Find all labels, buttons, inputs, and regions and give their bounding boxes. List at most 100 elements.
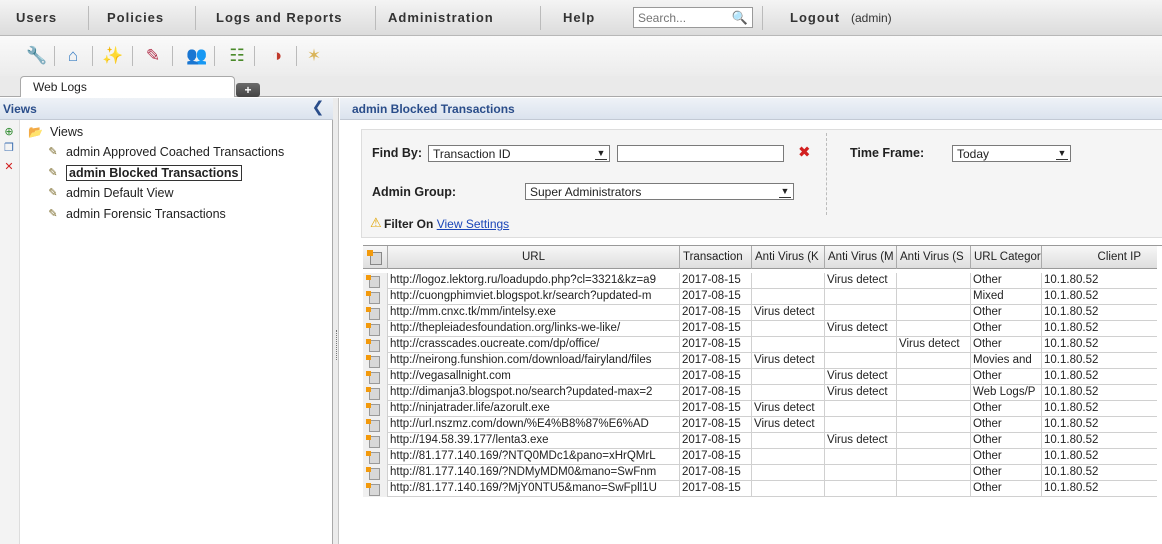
tab-web-logs[interactable]: Web Logs (20, 76, 235, 97)
row-detail-icon[interactable] (363, 337, 388, 353)
add-view-icon[interactable]: ⊕ (2, 125, 16, 139)
views-panel-title: Views (3, 102, 37, 116)
menu-logs-and-reports[interactable]: Logs and Reports (216, 10, 343, 25)
cell-transaction: 2017-08-15 (680, 337, 752, 353)
view-settings-link[interactable]: View Settings (437, 217, 510, 231)
cell-transaction: 2017-08-15 (680, 449, 752, 465)
policy-edit-icon[interactable]: ✎ (140, 44, 166, 68)
table-row[interactable]: http://neirong.funshion.com/download/fai… (363, 353, 1157, 369)
column-header-client-ip[interactable]: Client IP (1042, 246, 1157, 269)
delete-view-icon[interactable]: ✕ (2, 160, 16, 174)
row-detail-icon[interactable] (363, 401, 388, 417)
row-detail-icon[interactable] (363, 289, 388, 305)
cell-anti-virus-m (825, 481, 897, 497)
column-header-anti-virus-k[interactable]: Anti Virus (K (752, 246, 825, 269)
cell-anti-virus-m: Virus detect (825, 273, 897, 289)
view-icon: ✎ (48, 167, 58, 179)
cell-url: http://neirong.funshion.com/download/fai… (388, 353, 680, 369)
row-detail-icon[interactable] (363, 465, 388, 481)
star-icon[interactable]: ✶ (301, 44, 327, 68)
row-detail-icon[interactable] (363, 385, 388, 401)
row-detail-icon[interactable] (363, 433, 388, 449)
home-icon[interactable]: ⌂ (60, 44, 86, 68)
collapse-panel-button[interactable]: ❮ (310, 99, 326, 117)
table-row[interactable]: http://dimanja3.blogspot.no/search?updat… (363, 385, 1157, 401)
cell-transaction: 2017-08-15 (680, 321, 752, 337)
copy-view-icon[interactable]: ❐ (2, 141, 16, 155)
row-detail-icon[interactable] (363, 417, 388, 433)
row-detail-icon[interactable] (363, 369, 388, 385)
cell-url-category: Other (971, 321, 1042, 337)
search-icon[interactable]: 🔍 (731, 9, 749, 26)
cell-url-category: Other (971, 465, 1042, 481)
table-row[interactable]: http://thepleiadesfoundation.org/links-w… (363, 321, 1157, 337)
view-item[interactable]: ✎ admin Forensic Transactions (46, 207, 226, 221)
splitter-grip[interactable] (336, 330, 337, 360)
table-row[interactable]: http://ninjatrader.life/azorult.exe 2017-… (363, 401, 1157, 417)
clear-icon[interactable]: ✖ (798, 143, 811, 161)
column-chooser-icon[interactable] (363, 246, 388, 269)
views-tree-root[interactable]: 📂 Views (28, 125, 83, 139)
views-panel-header (0, 98, 333, 120)
cell-anti-virus-m: Virus detect (825, 385, 897, 401)
find-by-select[interactable]: Transaction ID ▼ (428, 145, 610, 162)
network-icon[interactable]: ☷ (224, 44, 250, 68)
table-row[interactable]: http://logoz.lektorg.ru/loadupdo.php?cl=… (363, 273, 1157, 289)
table-row[interactable]: http://81.177.140.169/?NDMyMDM0&mano=SwF… (363, 465, 1157, 481)
table-row[interactable]: http://cuongphimviet.blogspot.kr/search?… (363, 289, 1157, 305)
row-detail-icon[interactable] (363, 305, 388, 321)
panel-splitter[interactable] (333, 98, 339, 544)
row-detail-icon[interactable] (363, 321, 388, 337)
cell-anti-virus-m: Virus detect (825, 321, 897, 337)
view-item-selected[interactable]: ✎ admin Blocked Transactions (46, 165, 242, 181)
time-frame-select[interactable]: Today ▼ (952, 145, 1071, 162)
table-row[interactable]: http://81.177.140.169/?MjY0NTU5&mano=SwF… (363, 481, 1157, 497)
cell-anti-virus-k (752, 385, 825, 401)
row-detail-icon[interactable] (363, 449, 388, 465)
view-item-label: admin Forensic Transactions (66, 207, 226, 221)
column-header-transaction[interactable]: Transaction (680, 246, 752, 269)
row-detail-icon[interactable] (363, 353, 388, 369)
menu-users[interactable]: Users (16, 10, 57, 25)
table-row[interactable]: http://mm.cnxc.tk/mm/intelsy.exe 2017-08-… (363, 305, 1157, 321)
column-header-anti-virus-s[interactable]: Anti Virus (S (897, 246, 971, 269)
table-row[interactable]: http://url.nszmz.com/down/%E4%B8%87%E6%A… (363, 417, 1157, 433)
column-header-anti-virus-m[interactable]: Anti Virus (M (825, 246, 897, 269)
cell-client-ip: 10.1.80.52 (1044, 466, 1099, 478)
menu-separator (540, 6, 541, 30)
cell-transaction: 2017-08-15 (680, 465, 752, 481)
cell-url-category: Other (971, 433, 1042, 449)
view-item[interactable]: ✎ admin Default View (46, 186, 173, 200)
add-tab-button[interactable]: + (236, 83, 260, 97)
cell-anti-virus-m: Virus detect (825, 369, 897, 385)
user-search-icon[interactable]: 👥 (184, 44, 210, 68)
row-detail-icon[interactable] (363, 481, 388, 497)
cell-anti-virus-m: Virus detect (825, 433, 897, 449)
table-body: http://logoz.lektorg.ru/loadupdo.php?cl=… (363, 273, 1157, 497)
cell-url-category: Mixed (971, 289, 1042, 305)
admin-group-select[interactable]: Super Administrators ▼ (525, 183, 794, 200)
cell-anti-virus-k (752, 449, 825, 465)
gauge-icon[interactable]: ◑ (264, 44, 290, 68)
wrench-icon[interactable]: 🔧 (24, 44, 50, 68)
cell-anti-virus-s (897, 401, 971, 417)
table-row[interactable]: http://81.177.140.169/?NTQ0MDc1&pano=xHr… (363, 449, 1157, 465)
row-detail-icon[interactable] (363, 273, 388, 289)
cell-url: http://81.177.140.169/?NDMyMDM0&mano=SwF… (388, 465, 680, 481)
column-header-url-category[interactable]: URL Categor (971, 246, 1042, 269)
cell-client-ip: 10.1.80.52 (1044, 418, 1099, 430)
menu-policies[interactable]: Policies (107, 10, 164, 25)
table-row[interactable]: http://crasscades.oucreate.com/dp/office… (363, 337, 1157, 353)
cell-transaction: 2017-08-15 (680, 401, 752, 417)
find-by-input[interactable] (617, 145, 784, 162)
cell-transaction: 2017-08-15 (680, 353, 752, 369)
menu-administration[interactable]: Administration (388, 10, 494, 25)
column-header-url[interactable]: URL (388, 246, 680, 269)
logout-link[interactable]: Logout (790, 10, 840, 25)
table-row[interactable]: http://194.58.39.177/lenta3.exe 2017-08-1… (363, 433, 1157, 449)
table-row[interactable]: http://vegasallnight.com 2017-08-15 Virus … (363, 369, 1157, 385)
view-item[interactable]: ✎ admin Approved Coached Transactions (46, 145, 284, 159)
page-title: admin Blocked Transactions (352, 102, 515, 116)
wand-icon[interactable]: ✨ (100, 44, 126, 68)
menu-help[interactable]: Help (563, 10, 595, 25)
